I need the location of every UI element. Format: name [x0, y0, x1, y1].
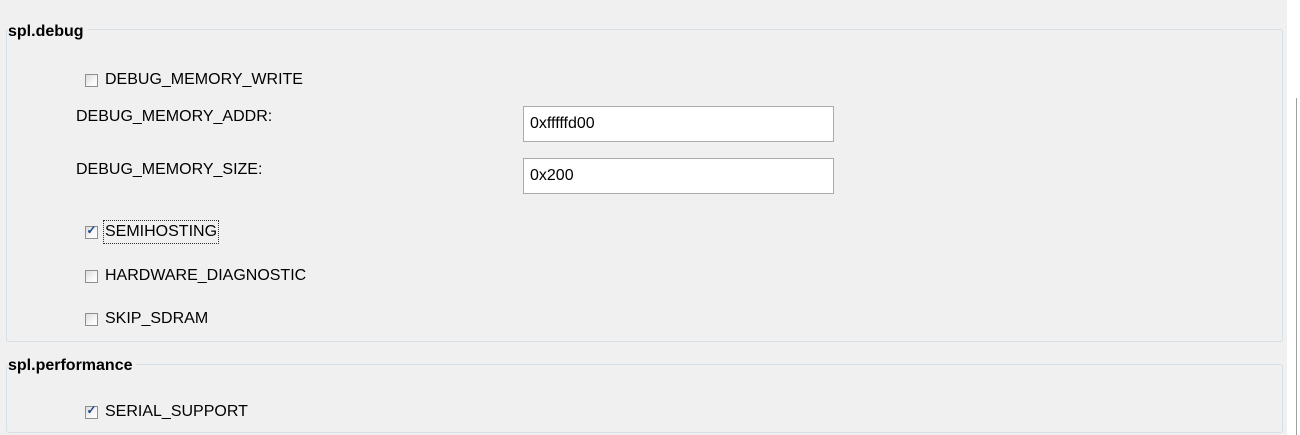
debug-memory-addr-label: DEBUG_MEMORY_ADDR:: [76, 108, 273, 125]
semihosting-checkbox[interactable]: ✓: [85, 222, 98, 239]
debug-memory-addr-input[interactable]: [523, 106, 834, 142]
semihosting-option[interactable]: ✓ SEMIHOSTING: [85, 220, 220, 244]
serial-support-option[interactable]: ✓ SERIAL_SUPPORT: [85, 401, 248, 423]
checkmark-icon: [86, 72, 97, 85]
scrollbar-edge: [1287, 0, 1300, 435]
checkmark-icon: [86, 311, 97, 324]
group-title-spl-debug: spl.debug: [8, 22, 88, 42]
serial-support-label: SERIAL_SUPPORT: [105, 403, 248, 420]
checkmark-icon: ✓: [86, 222, 97, 237]
skip-sdram-option[interactable]: SKIP_SDRAM: [85, 308, 208, 330]
divider: [1296, 98, 1297, 435]
checkmark-icon: [86, 268, 97, 281]
checkmark-icon: ✓: [86, 402, 97, 417]
debug-memory-size-label: DEBUG_MEMORY_SIZE:: [76, 161, 263, 178]
debug-memory-size-input[interactable]: [523, 158, 834, 194]
settings-panel: spl.debug DEBUG_MEMORY_WRITE DEBUG_MEMOR…: [0, 0, 1287, 435]
hardware-diagnostic-label: HARDWARE_DIAGNOSTIC: [105, 267, 307, 284]
hardware-diagnostic-option[interactable]: HARDWARE_DIAGNOSTIC: [85, 265, 306, 287]
skip-sdram-label: SKIP_SDRAM: [105, 310, 209, 327]
debug-memory-write-option[interactable]: DEBUG_MEMORY_WRITE: [85, 69, 303, 91]
semihosting-label: SEMIHOSTING: [102, 220, 220, 244]
debug-memory-write-checkbox[interactable]: [85, 72, 98, 87]
skip-sdram-checkbox[interactable]: [85, 311, 98, 326]
hardware-diagnostic-checkbox[interactable]: [85, 268, 98, 283]
serial-support-checkbox[interactable]: ✓: [85, 402, 98, 419]
debug-memory-write-label: DEBUG_MEMORY_WRITE: [105, 71, 303, 88]
group-title-spl-performance: spl.performance: [8, 356, 137, 376]
